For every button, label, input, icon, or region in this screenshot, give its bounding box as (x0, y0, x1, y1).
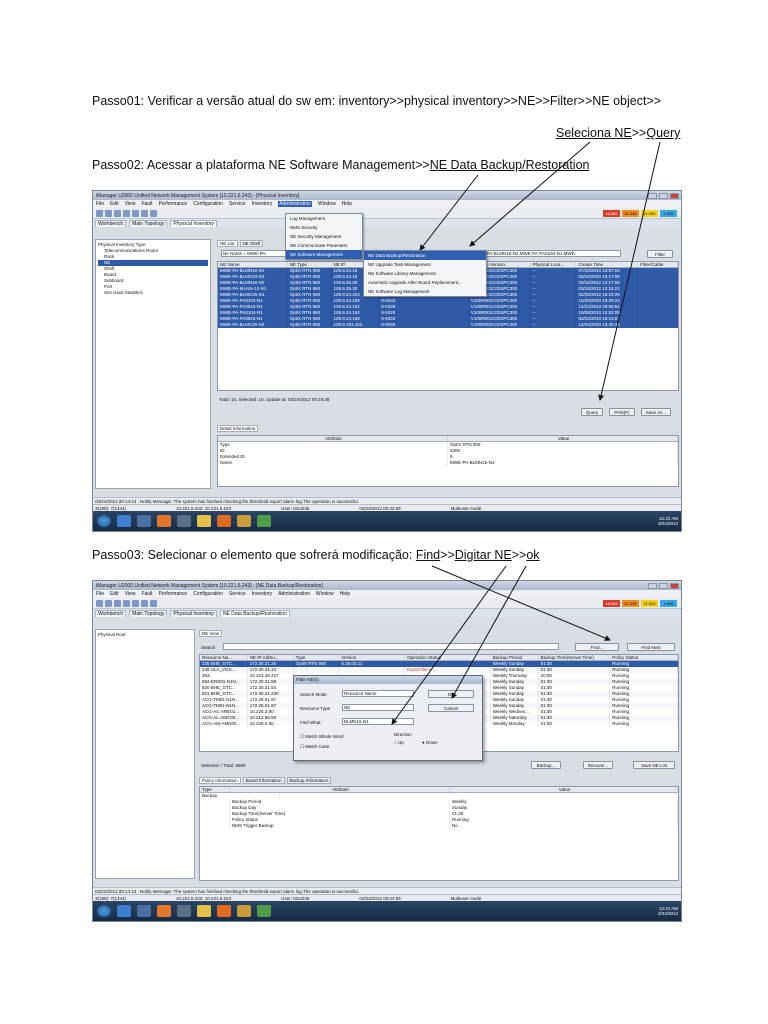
arrow-type-ne (391, 565, 507, 725)
arrow-query (598, 141, 661, 401)
annotation-arrows (391, 141, 661, 725)
arrow-backup-menu (419, 174, 479, 251)
arrow-find (431, 565, 611, 641)
arrow-select-ne (469, 141, 591, 247)
arrow-ok (451, 565, 527, 699)
